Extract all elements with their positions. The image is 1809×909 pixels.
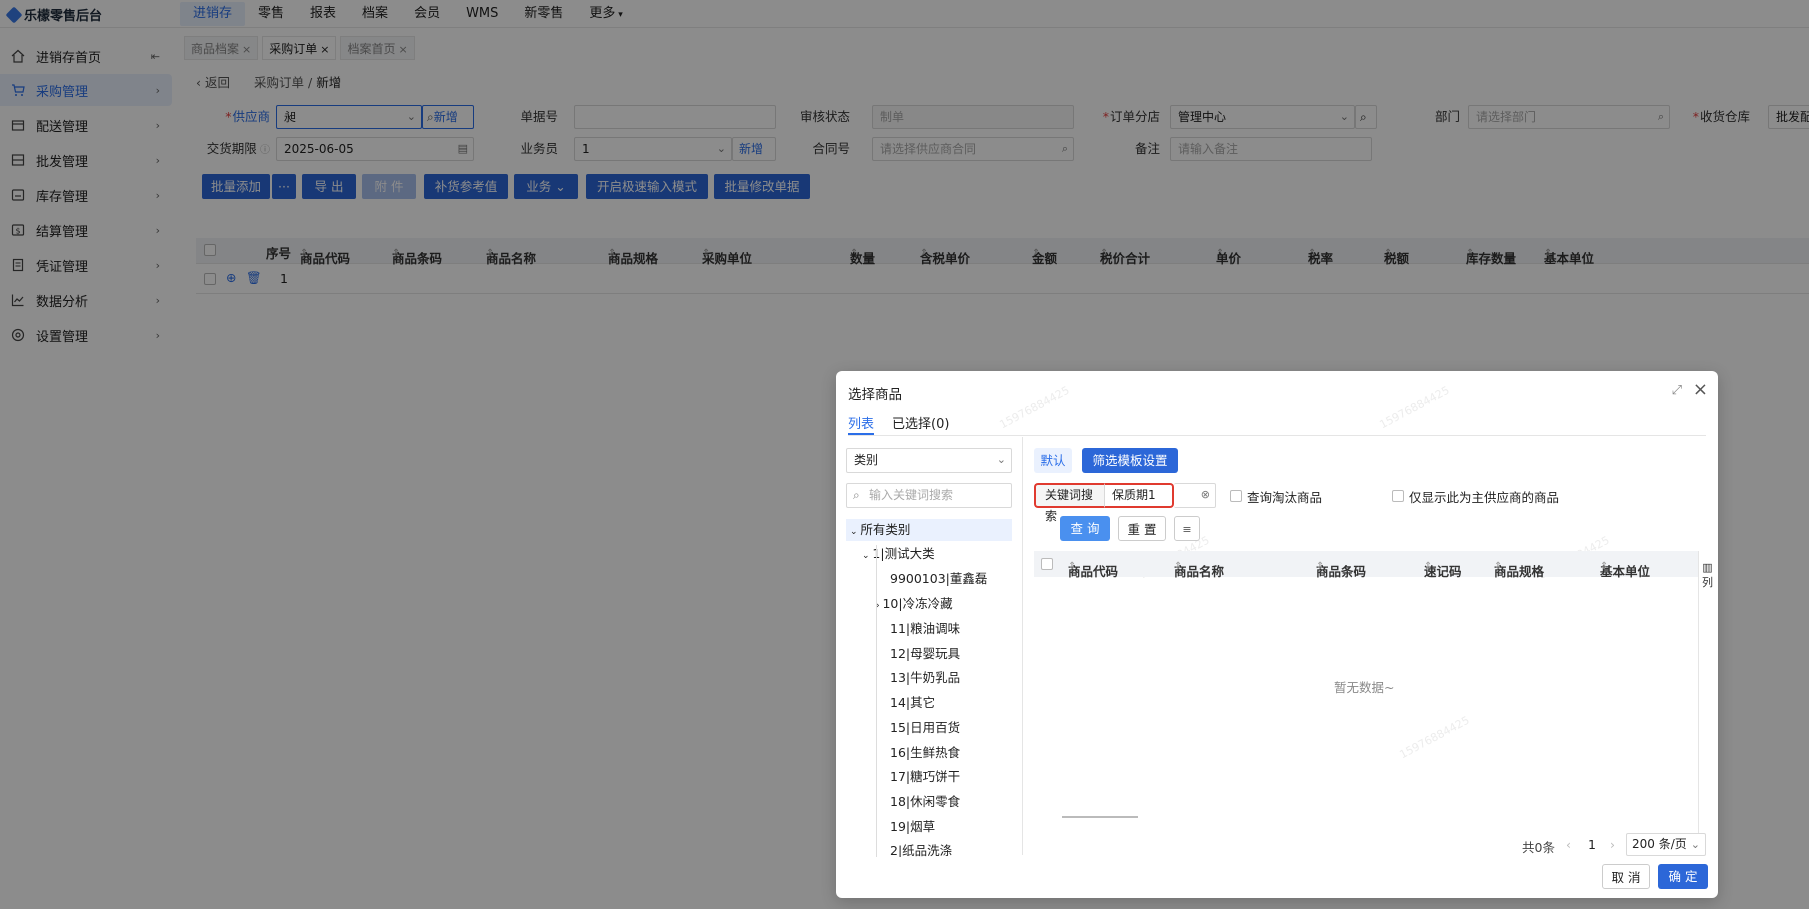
close-icon[interactable]: ×	[1693, 379, 1708, 400]
select-product-dialog: 15976884425 15976884425 15976884425 1597…	[836, 371, 1718, 898]
maximize-icon[interactable]: ⤢	[1672, 383, 1682, 398]
keyword-label: 关键词搜索	[1034, 483, 1104, 523]
filter-settings-icon[interactable]: ≡	[1174, 516, 1200, 541]
chevron-down-icon: ⌄	[996, 453, 1006, 466]
eliminated-label: 查询淘汰商品	[1247, 490, 1323, 505]
category-tree: ⌄ 所有类别 ⌄ 1|测试大类 9900103|董鑫磊 › 10|冷冻冷藏 11…	[846, 519, 1012, 857]
total-count: 共0条	[1522, 840, 1555, 855]
eliminated-checkbox[interactable]	[1230, 490, 1242, 502]
dialog-tabs: 列表 已选择(0)	[848, 413, 949, 435]
page-size-select[interactable]: 200 条/页 ⌄	[1626, 833, 1706, 856]
divider	[848, 435, 1706, 436]
category-select[interactable]: 类别 ⌄	[846, 448, 1012, 473]
clear-icon[interactable]: ⊗	[1201, 484, 1210, 506]
tree-node[interactable]: 13|牛奶乳品	[890, 667, 960, 689]
page-number[interactable]: 1	[1588, 837, 1596, 852]
search-icon: ⌕	[853, 488, 860, 502]
main-supplier-label: 仅显示此为主供应商的商品	[1409, 490, 1560, 505]
tree-node[interactable]: 16|生鲜热食	[890, 742, 960, 764]
keyword-input[interactable]: 保质期1	[1104, 483, 1174, 508]
tree-node[interactable]: ⌄ 1|测试大类	[862, 543, 935, 565]
dialog-title: 选择商品	[848, 387, 902, 403]
cancel-button[interactable]: 取 消	[1602, 864, 1650, 889]
columns-icon: ▥	[1702, 561, 1713, 574]
prev-page-icon[interactable]: ‹	[1566, 837, 1571, 852]
column-settings[interactable]: ▥ 列	[1698, 551, 1716, 855]
tab-selected[interactable]: 已选择(0)	[892, 413, 949, 435]
filter-template-button[interactable]: 筛选模板设置	[1082, 448, 1178, 473]
tree-node[interactable]: 18|休闲零食	[890, 791, 960, 813]
main-supplier-checkbox[interactable]	[1392, 490, 1404, 502]
tree-node[interactable]: 19|烟草	[890, 816, 935, 838]
tree-node[interactable]: 14|其它	[890, 692, 935, 714]
reset-button[interactable]: 重 置	[1118, 516, 1166, 541]
tree-node-all[interactable]: ⌄ 所有类别	[846, 519, 1012, 541]
caret-down-icon: ⌄	[862, 551, 873, 561]
tree-node[interactable]: › 10|冷冻冷藏	[876, 593, 953, 615]
next-page-icon[interactable]: ›	[1610, 837, 1615, 852]
query-button[interactable]: 查 询	[1060, 516, 1110, 541]
tree-node[interactable]: 11|粮油调味	[890, 618, 960, 640]
keyword-input-tail[interactable]: ⊗	[1174, 483, 1216, 508]
tree-node[interactable]: 15|日用百货	[890, 717, 960, 739]
horizontal-scrollbar[interactable]	[1062, 816, 1138, 818]
confirm-button[interactable]: 确 定	[1658, 864, 1708, 889]
tree-node[interactable]: 2|纸品洗涤	[890, 840, 952, 857]
empty-state: 暂无数据~	[1334, 680, 1395, 695]
select-all-checkbox[interactable]	[1041, 558, 1053, 570]
tree-node[interactable]: 9900103|董鑫磊	[890, 568, 987, 590]
tree-node[interactable]: 17|糖巧饼干	[890, 766, 960, 788]
filter-default-button[interactable]: 默认	[1034, 448, 1072, 473]
chevron-down-icon: ⌄	[1690, 838, 1700, 851]
tab-list[interactable]: 列表	[848, 413, 875, 435]
tree-search-input[interactable]: ⌕ 输入关键词搜索	[846, 483, 1012, 508]
tree-node[interactable]: 12|母婴玩具	[890, 643, 960, 665]
panel-divider	[1022, 437, 1023, 855]
caret-down-icon: ⌄	[850, 527, 861, 537]
product-table-header: 商品代码 ⇕ 商品名称 ⇕ 商品条码 ⇕ 速记码 ⇕ 商品规格 ⇕ 基本单位 ⇕	[1034, 551, 1698, 579]
